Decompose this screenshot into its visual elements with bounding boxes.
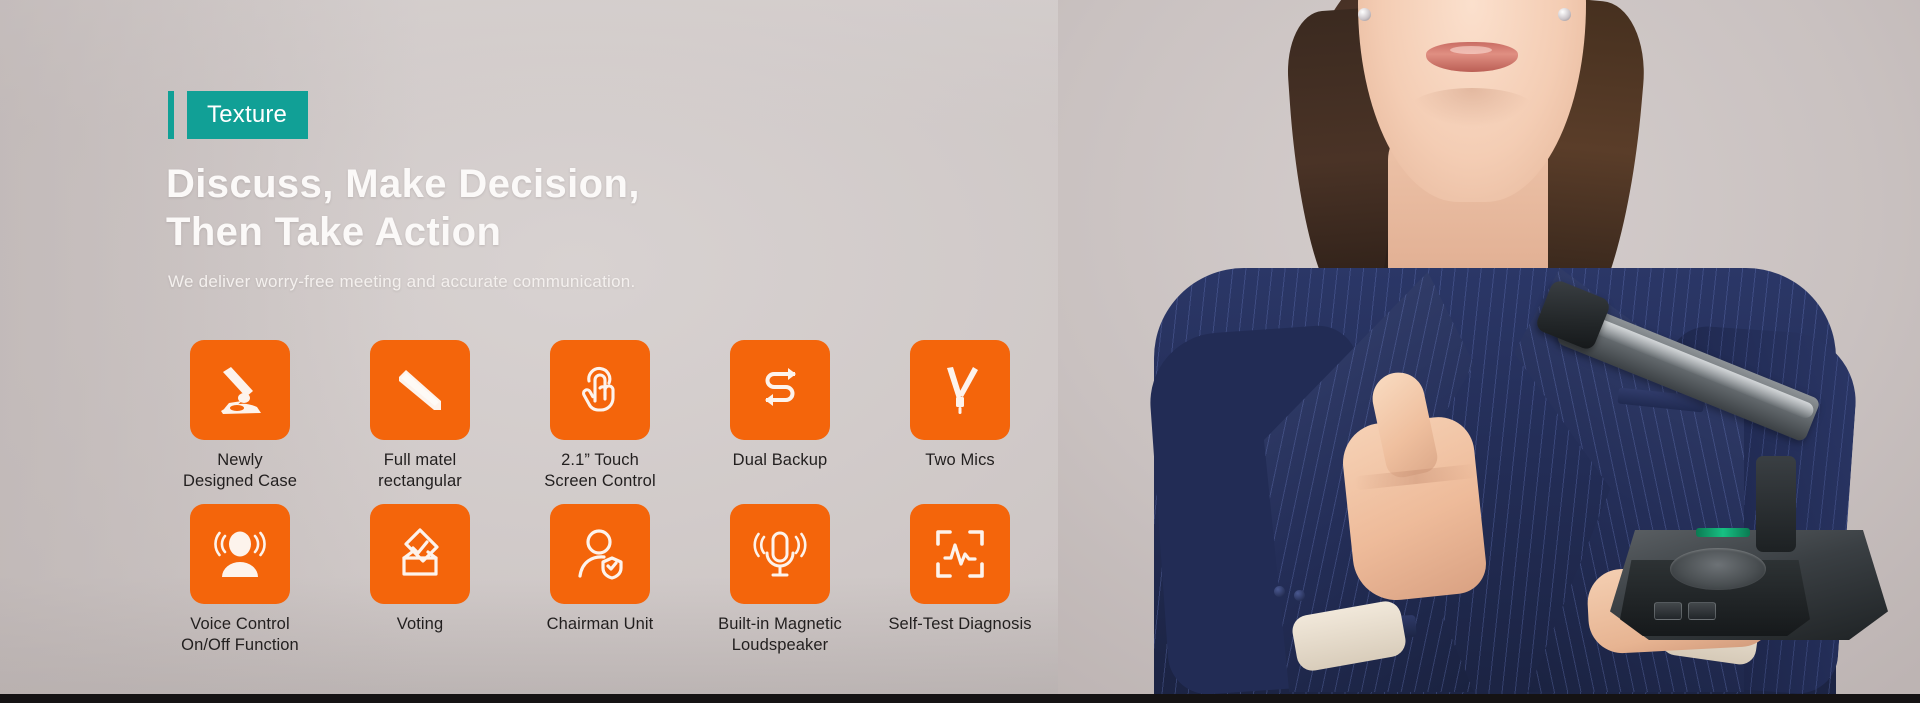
feature-grid: Newly Designed Case Full matel rectangul… [150,340,1050,656]
badge-box: Texture [187,91,309,139]
page-title: Discuss, Make Decision, Then Take Action [166,160,640,256]
feature-label-line-2: rectangular [378,472,462,490]
device-button-1 [1654,602,1682,620]
feature-touch-screen-control[interactable]: 2.1” Touch Screen Control [510,340,690,492]
dual-backup-arrows-icon [752,362,808,418]
ballot-box-icon [392,526,448,582]
feature-chairman-unit[interactable]: Chairman Unit [510,504,690,656]
feature-label: Full matel rectangular [378,450,462,492]
feature-label-line-1: Newly [217,451,263,469]
feature-voice-control-on-off[interactable]: Voice Control On/Off Function [150,504,330,656]
conference-microphone-unit [1528,278,1888,640]
lip-highlight [1450,46,1492,54]
feature-icon-tile [370,340,470,440]
texture-badge: Texture [168,91,309,139]
feature-label-line-1: Full matel [383,451,457,469]
feature-label: Self-Test Diagnosis [888,614,1031,635]
feature-label: Newly Designed Case [183,450,297,492]
feature-icon-tile [550,340,650,440]
touch-hand-icon [572,362,628,418]
feature-icon-tile [910,340,1010,440]
self-test-waveform-icon [932,526,988,582]
feature-label: Voice Control On/Off Function [181,614,299,656]
feature-icon-tile [910,504,1010,604]
feature-label-line-1: Dual Backup [732,451,828,469]
feature-label: Two Mics [925,450,995,471]
device-button-2 [1688,602,1716,620]
feature-icon-tile [730,340,830,440]
product-feature-banner: Texture Discuss, Make Decision, Then Tak… [0,0,1920,703]
device-speaker-grille [1670,548,1766,590]
feature-label: Voting [397,614,443,635]
chairman-person-check-icon [572,526,628,582]
banner-content: Texture Discuss, Make Decision, Then Tak… [0,0,1060,703]
feature-label-line-1: Built-in Magnetic [718,615,842,633]
feature-dual-backup[interactable]: Dual Backup [690,340,870,492]
feature-icon-tile [190,504,290,604]
badge-label: Texture [207,101,288,128]
bottom-dark-strip [0,694,1920,703]
device-mic-joint [1756,456,1796,552]
chin-shadow [1410,88,1534,128]
feature-label: Built-in Magnetic Loudspeaker [718,614,842,656]
feature-label-line-1: Voice Control [190,615,290,633]
earring-left [1358,8,1371,21]
metal-bar-icon [391,361,449,419]
feature-icon-tile [550,504,650,604]
two-mics-icon [932,362,988,418]
feature-label-line-2: Screen Control [544,472,656,490]
feature-full-metal-rectangular[interactable]: Full matel rectangular [330,340,510,492]
feature-icon-tile [370,504,470,604]
feature-icon-tile [730,504,830,604]
feature-self-test-diagnosis[interactable]: Self-Test Diagnosis [870,504,1050,656]
badge-accent-bar [168,91,174,139]
headline-line-1: Discuss, Make Decision, [166,162,640,206]
desk-microphone-icon [211,361,269,419]
feature-label: 2.1” Touch Screen Control [544,450,655,492]
feature-label-line-1: Chairman Unit [546,615,654,633]
feature-label-line-2: Loudspeaker [731,636,829,654]
magnetic-microphone-icon [752,526,808,582]
earring-right [1558,8,1571,21]
feature-voting[interactable]: Voting [330,504,510,656]
subheadline: We deliver worry-free meeting and accura… [168,272,636,291]
voice-control-person-icon [211,525,269,583]
presenter-photo [1058,0,1920,694]
feature-label-line-1: Two Mics [925,451,995,469]
feature-row-2: Voice Control On/Off Function Voting Cha… [150,504,1050,656]
feature-label-line-2: On/Off Function [181,636,299,654]
sleeve-button [1294,590,1305,601]
feature-row-1: Newly Designed Case Full matel rectangul… [150,340,1050,492]
feature-label-line-1: 2.1” Touch [561,451,639,469]
sleeve-button [1274,586,1285,597]
feature-icon-tile [190,340,290,440]
device-status-led [1696,528,1750,537]
feature-newly-designed-case[interactable]: Newly Designed Case [150,340,330,492]
feature-label-line-1: Self-Test Diagnosis [888,615,1032,633]
feature-label: Chairman Unit [547,614,654,635]
headline-line-2: Then Take Action [166,210,502,254]
feature-label-line-2: Designed Case [182,472,298,490]
feature-label: Dual Backup [733,450,828,471]
feature-builtin-magnetic-loudspeaker[interactable]: Built-in Magnetic Loudspeaker [690,504,870,656]
feature-two-mics[interactable]: Two Mics [870,340,1050,492]
feature-label-line-1: Voting [396,615,444,633]
